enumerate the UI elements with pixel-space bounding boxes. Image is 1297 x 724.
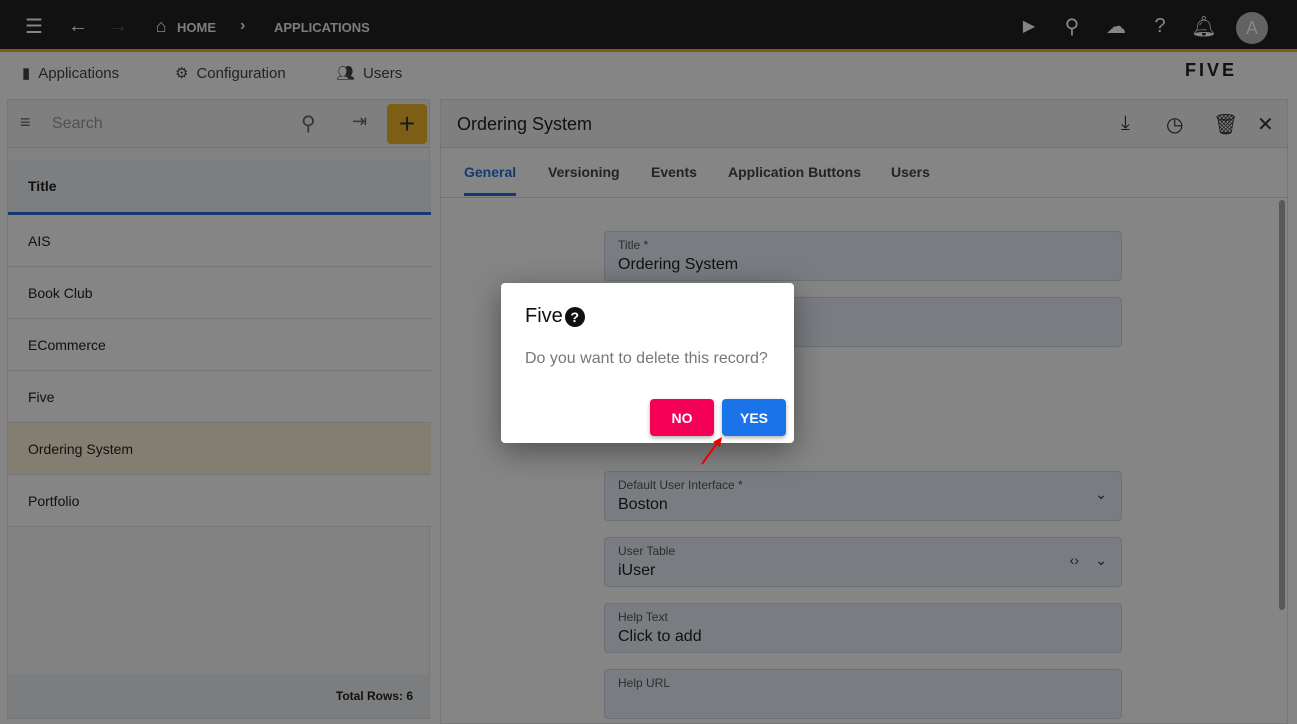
dialog-title: Five	[525, 305, 563, 327]
no-button[interactable]: NO	[650, 399, 714, 436]
confirm-dialog: Five? Do you want to delete this record?…	[501, 283, 794, 443]
dialog-message: Do you want to delete this record?	[525, 350, 768, 367]
help-icon[interactable]: ?	[564, 306, 585, 327]
yes-button[interactable]: YES	[722, 399, 786, 436]
annotation-arrow-icon	[701, 437, 722, 465]
